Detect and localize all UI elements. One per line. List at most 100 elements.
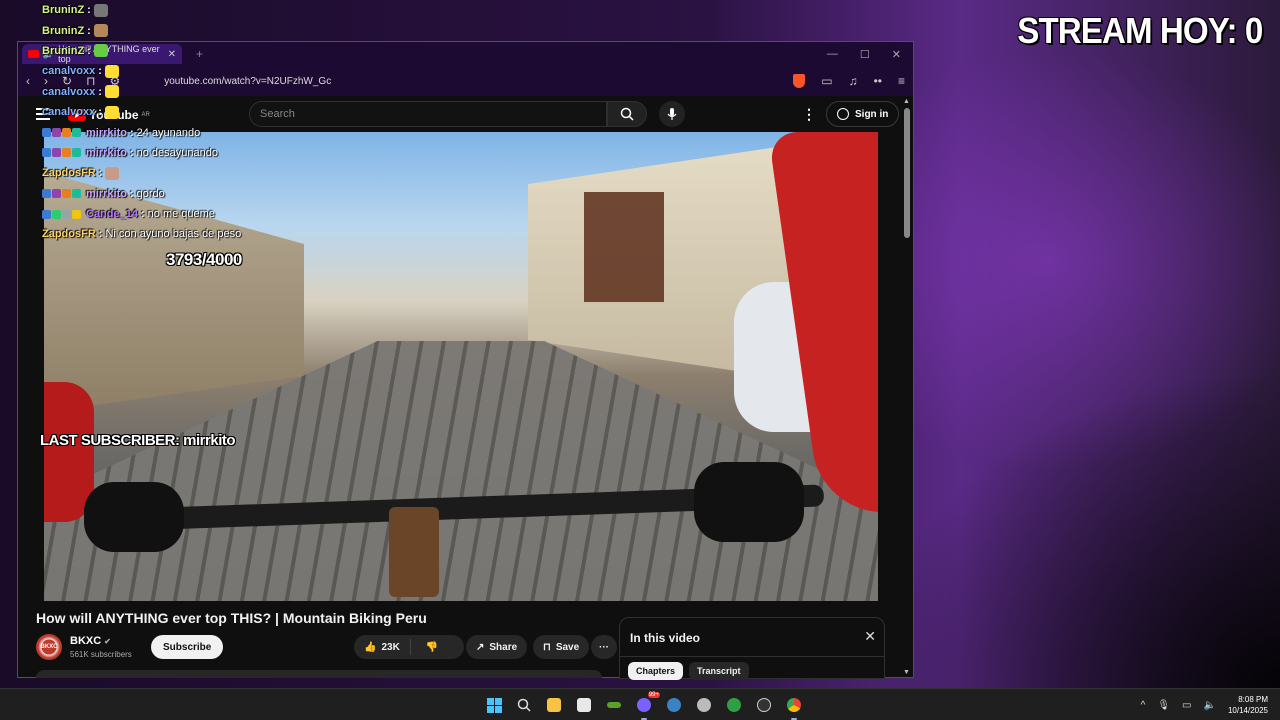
chat-message-text: no me queme [147,208,215,221]
chat-badge-icon [62,148,71,158]
settings-button[interactable] [694,695,714,715]
close-panel-icon[interactable]: ✕ [864,628,876,645]
store-button[interactable] [574,695,594,715]
app-button-nvidia[interactable] [604,695,624,715]
window-controls: — ☐ ✕ [827,48,913,61]
music-icon[interactable]: ♫ [849,74,858,88]
search-button[interactable] [607,101,647,127]
chat-username: BruninZ [42,44,85,57]
share-button[interactable]: ↗ Share [466,635,528,659]
search-icon [620,107,634,121]
tab-chapters[interactable]: Chapters [628,662,684,680]
scrollbar-thumb[interactable] [904,108,910,238]
app-button-edge[interactable] [664,695,684,715]
chat-emote-icon [104,85,119,99]
more-options-icon[interactable]: ⋮ [802,106,816,123]
taskbar-search-button[interactable] [514,695,534,715]
chat-badge-icon [62,128,71,138]
voice-search-button[interactable] [659,101,685,127]
scroll-down-icon[interactable]: ▼ [903,669,910,676]
chat-separator: : [129,126,134,139]
save-label: Save [555,641,580,653]
chat-badge-icon [42,189,51,199]
channel-name[interactable]: BKXC ✔ [70,635,111,647]
taskbar: 99+ ^ 🎙 ▭ 🔈 8:08 PM 10/14/2025 [0,688,1280,720]
chat-badges [42,148,81,158]
microphone-tray-icon[interactable]: 🎙 [1157,700,1170,711]
menu-icon[interactable]: ≡ [898,74,905,88]
chat-badge-icon [72,148,81,158]
ellipsis-icon: ··· [599,641,609,653]
sidebar-icon[interactable]: ▭ [821,74,832,88]
chat-emote-icon [105,166,120,180]
chat-message: Cande_14: no me queme [42,204,302,224]
subscribe-button[interactable]: Subscribe [151,635,224,659]
minimize-button[interactable]: — [827,48,838,61]
search-input[interactable] [260,108,596,120]
chat-separator: : [98,65,102,78]
chat-badge-icon [52,189,61,199]
chat-emote-icon [104,105,119,119]
chat-message: BruninZ: [42,41,302,61]
volume-icon[interactable]: 🔈 [1204,700,1216,711]
chat-message: canalvoxx: [42,61,302,81]
extension-icon[interactable]: •• [874,74,882,88]
chat-username: canalvoxx [42,106,96,119]
description-box[interactable] [36,670,602,678]
chat-message: mirrkito: no desayunando [42,143,302,163]
toolbar-right: ▭ ♫ •• ≡ [793,74,905,88]
chat-separator: : [87,4,91,17]
chat-message: ZapdosFR: [42,163,302,183]
app-button-obs[interactable] [754,695,774,715]
thumbs-up-icon: 👍 [364,641,377,653]
chat-badges [42,189,81,199]
display-icon[interactable]: ▭ [1182,700,1191,711]
channel-name-label: BKXC [70,635,102,647]
user-icon [837,108,849,120]
chrome-button[interactable] [784,695,804,720]
clock[interactable]: 8:08 PM 10/14/2025 [1228,694,1268,716]
chat-message-text: no desayunando [136,146,218,159]
chat-username: mirrkito [86,126,127,139]
more-actions-button[interactable]: ··· [591,635,617,659]
sign-in-button[interactable]: Sign in [826,101,900,127]
goal-counter: 3793/4000 [166,250,242,269]
channel-avatar-text: BKXC [40,644,58,650]
chat-username: canalvoxx [42,65,96,78]
bookmark-save-icon: ⊓ [543,641,551,653]
chat-badges [42,209,81,219]
chat-message: canalvoxx: [42,82,302,102]
shield-icon[interactable] [793,74,806,88]
video-title: How will ANYTHING ever top THIS? | Mount… [36,610,427,626]
taskbar-apps: 99+ [484,692,804,720]
back-icon[interactable]: ‹ [26,74,30,88]
dislike-button[interactable]: 👎 [416,642,448,653]
save-button[interactable]: ⊓ Save [533,635,590,659]
scroll-up-icon[interactable]: ▲ [903,98,910,105]
chat-message-text: gordo [136,187,165,200]
chat-badges [42,128,81,138]
chat-separator: : [98,228,103,241]
close-window-button[interactable]: ✕ [892,48,901,61]
chat-separator: : [129,187,134,200]
channel-avatar[interactable]: BKXC [36,634,62,660]
chat-separator: : [98,167,103,180]
chat-badge-icon [52,148,61,158]
chat-badge-icon [42,209,51,219]
page-scrollbar[interactable]: ▲ ▼ [903,98,911,676]
xbox-button[interactable] [724,695,744,715]
system-tray: ^ 🎙 ▭ 🔈 8:08 PM 10/14/2025 [1141,694,1268,716]
start-button[interactable] [484,695,504,715]
file-explorer-button[interactable] [544,695,564,715]
like-button[interactable]: 👍 23K [354,639,411,655]
video-scene-glove-left [84,482,184,552]
discord-button[interactable]: 99+ [634,692,660,720]
nvidia-icon [607,702,621,708]
maximize-button[interactable]: ☐ [860,48,870,61]
like-count: 23K [381,641,400,653]
chat-username: BruninZ [42,24,85,37]
panel-divider [620,656,884,657]
chevron-up-icon[interactable]: ^ [1141,700,1146,711]
chat-separator: : [140,208,145,221]
tab-transcript[interactable]: Transcript [689,662,749,680]
